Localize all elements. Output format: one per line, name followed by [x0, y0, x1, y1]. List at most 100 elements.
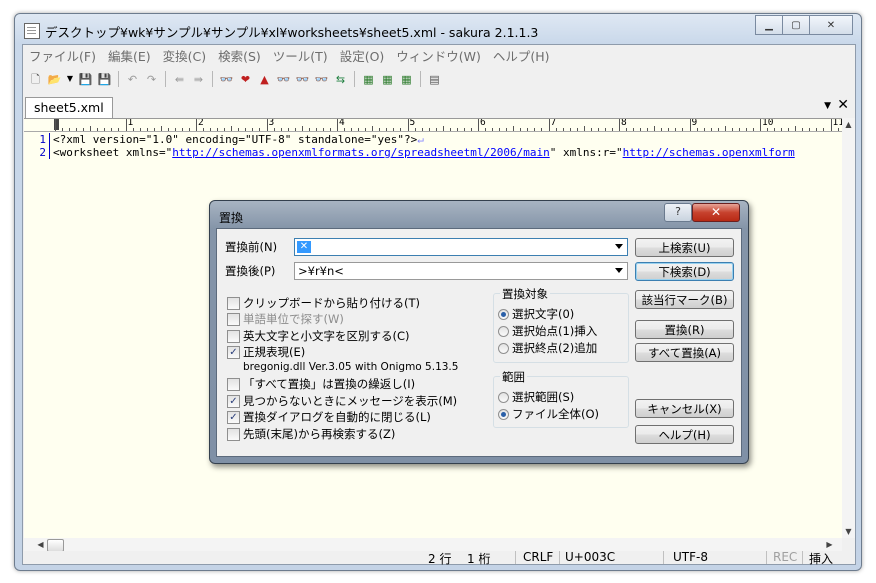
menu-convert[interactable]: 変換(C) — [157, 46, 212, 65]
mark-lines-button[interactable]: 該当行マーク(B) — [635, 290, 734, 309]
redo-icon[interactable]: ↷ — [144, 72, 159, 87]
range-selection[interactable]: 選択範囲(S) — [498, 389, 574, 405]
replace-button[interactable]: 置換(R) — [635, 320, 734, 339]
ruler-tick — [400, 128, 402, 131]
find-icon[interactable]: 👓 — [219, 72, 234, 87]
open-folder-icon[interactable]: 📂 — [47, 72, 62, 87]
status-insert-mode[interactable]: 挿入 — [809, 550, 833, 567]
checkbox[interactable] — [227, 377, 240, 391]
ruler-tick — [478, 119, 479, 131]
checkbox-checked[interactable]: ✓ — [227, 394, 240, 408]
find-combobox[interactable]: ✕ — [294, 238, 628, 256]
menu-window[interactable]: ウィンドウ(W) — [390, 46, 487, 65]
radio[interactable] — [498, 325, 509, 337]
ruler-tick — [301, 126, 303, 131]
save-as-icon[interactable]: 💾 — [97, 72, 112, 87]
option-notfound-message[interactable]: ✓ 見つからないときにメッセージを表示(M) — [227, 393, 457, 409]
menu-help[interactable]: ヘルプ(H) — [487, 46, 556, 65]
help-button[interactable]: ヘルプ(H) — [635, 425, 734, 444]
app-icon[interactable] — [24, 23, 40, 39]
maximize-button[interactable]: ▢ — [782, 15, 810, 35]
ruler-tick — [442, 126, 444, 131]
replace-icon[interactable]: 👓 — [276, 72, 291, 87]
ruler-tick — [668, 128, 670, 131]
radio-selected[interactable] — [498, 308, 509, 320]
close-window-button[interactable]: ✕ — [809, 15, 853, 35]
chevron-down-icon[interactable] — [615, 244, 623, 249]
replace-all-button[interactable]: すべて置換(A) — [635, 343, 734, 362]
dropdown-icon[interactable]: ▼ — [66, 72, 74, 87]
find-prev-icon[interactable]: ▲ — [257, 72, 272, 87]
search-down-button[interactable]: 下検索(D) — [635, 262, 734, 281]
ruler-tick — [111, 128, 113, 131]
range-whole-file[interactable]: ファイル全体(O) — [498, 406, 599, 422]
editor-line[interactable]: 1 <?xml version="1.0" encoding="UTF-8" st… — [24, 133, 424, 146]
radio-selected[interactable] — [498, 408, 509, 420]
jump-forward-icon[interactable]: ⇛ — [191, 72, 206, 87]
ruler-tick — [351, 128, 353, 131]
ruler-tick — [308, 128, 310, 131]
status-eol[interactable]: CRLF — [523, 550, 553, 564]
url-link[interactable]: http://schemas.openxmlformats.org/spread… — [172, 146, 550, 159]
editor-line[interactable]: 2 <worksheet xmlns="http://schemas.openxm… — [24, 146, 795, 159]
vertical-scrollbar[interactable]: ▲ ▼ — [842, 118, 855, 538]
diff-icon[interactable]: ▦ — [399, 72, 414, 87]
option-word-unit[interactable]: 単語単位で探す(W) — [227, 311, 344, 327]
target-append-end[interactable]: 選択終点(2)追加 — [498, 340, 597, 356]
ruler-tick — [816, 128, 818, 131]
checkbox-checked[interactable]: ✓ — [227, 410, 240, 424]
checkbox-checked[interactable]: ✓ — [227, 345, 240, 359]
menu-search[interactable]: 検索(S) — [212, 46, 267, 65]
tab-close-icon[interactable]: ✕ — [837, 97, 849, 113]
scroll-left-icon[interactable]: ◀ — [34, 538, 47, 551]
cancel-button[interactable]: キャンセル(X) — [635, 399, 734, 418]
option-auto-close[interactable]: ✓ 置換ダイアログを自動的に閉じる(L) — [227, 409, 431, 425]
status-encoding[interactable]: UTF-8 — [673, 550, 708, 564]
target-selected-text[interactable]: 選択文字(0) — [498, 306, 574, 322]
option-regex[interactable]: ✓ 正規表現(E) — [227, 344, 305, 360]
scroll-down-icon[interactable]: ▼ — [842, 525, 855, 538]
undo-icon[interactable]: ↶ — [125, 72, 140, 87]
menu-edit[interactable]: 編集(E) — [102, 46, 157, 65]
option-repeat-replace[interactable]: 「すべて置換」は置換の繰返し(I) — [227, 376, 415, 392]
checkbox[interactable] — [227, 329, 240, 343]
option-wrap-search[interactable]: 先頭(末尾)から再検索する(Z) — [227, 426, 395, 442]
grep-icon[interactable]: 👓 — [314, 72, 329, 87]
title-bar[interactable]: デスクトップ¥wk¥サンプル¥サンプル¥xl¥worksheets¥sheet5… — [15, 14, 861, 44]
menu-file[interactable]: ファイル(F) — [23, 46, 102, 65]
dialog-help-button[interactable]: ? — [664, 203, 692, 222]
find-next-icon[interactable]: ❤ — [238, 72, 253, 87]
url-link[interactable]: http://schemas.openxmlform — [623, 146, 795, 159]
compare-icon[interactable]: ▦ — [380, 72, 395, 87]
ruler-tick — [527, 128, 529, 131]
save-icon[interactable]: 💾 — [78, 72, 93, 87]
ruler-tick — [576, 128, 578, 131]
checkbox[interactable] — [227, 296, 240, 310]
minimize-button[interactable]: ▁ — [755, 15, 783, 35]
checkbox[interactable] — [227, 427, 240, 441]
search-up-button[interactable]: 上検索(U) — [635, 238, 734, 257]
outline-icon[interactable]: ▦ — [361, 72, 376, 87]
settings-icon[interactable]: ▤ — [427, 72, 442, 87]
tab-dropdown-icon[interactable]: ▼ — [824, 101, 831, 111]
menu-tools[interactable]: ツール(T) — [267, 46, 334, 65]
dialog-close-button[interactable]: ✕ — [692, 203, 740, 222]
radio[interactable] — [498, 391, 509, 403]
ruler-tick — [604, 128, 606, 131]
option-paste-clipboard[interactable]: クリップボードから貼り付ける(T) — [227, 295, 420, 311]
chevron-down-icon[interactable] — [615, 268, 623, 273]
replace-all-icon[interactable]: 👓 — [295, 72, 310, 87]
option-match-case[interactable]: 英大文字と小文字を区別する(C) — [227, 328, 410, 344]
ruler-tick — [569, 128, 571, 131]
jump-back-icon[interactable]: ⇚ — [172, 72, 187, 87]
radio[interactable] — [498, 342, 509, 354]
checkbox[interactable] — [227, 312, 240, 326]
tab-sheet5[interactable]: sheet5.xml — [25, 97, 113, 118]
new-file-icon[interactable]: 🗋 — [28, 72, 43, 87]
menu-settings[interactable]: 設定(O) — [334, 46, 391, 65]
scroll-up-icon[interactable]: ▲ — [842, 118, 855, 131]
target-insert-start[interactable]: 選択始点(1)挿入 — [498, 323, 597, 339]
replace-combobox[interactable]: >¥r¥n< — [294, 262, 628, 280]
jump-tag-icon[interactable]: ⇆ — [333, 72, 348, 87]
toolbar: 🗋 📂 ▼ 💾 💾 ↶ ↷ ⇚ ⇛ 👓 ❤ ▲ 👓 👓 👓 ⇆ ▦ ▦ ▦ ▤ — [23, 67, 855, 91]
